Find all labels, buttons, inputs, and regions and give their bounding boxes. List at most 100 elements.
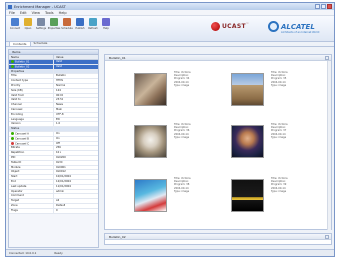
property-name: Carousel C xyxy=(9,141,54,146)
alcatel-logo-text: ALCATEL xyxy=(281,22,315,31)
help-icon xyxy=(102,18,110,26)
menu-edit[interactable]: Edit xyxy=(20,11,27,15)
metadata-line: Type: image xyxy=(174,189,190,193)
property-value: 10/01/2004 xyxy=(56,175,71,179)
property-name: Operator xyxy=(9,189,54,194)
property-value xyxy=(54,127,56,131)
property-name: Table ID xyxy=(9,160,54,165)
thumbnail-metadata: Title: Victoria Description: Program: 35 20… xyxy=(271,71,301,87)
property-name: Valid to xyxy=(9,98,54,103)
property-name: Properties xyxy=(9,69,54,74)
property-value: All xyxy=(56,199,60,203)
property-name: Language xyxy=(9,117,54,122)
status-bar: Connected: 10.0.0.1 Ready xyxy=(6,249,334,256)
application-window: Enrichment Manager - UCAST File Edit Vie… xyxy=(5,2,335,257)
property-value: Valid xyxy=(56,60,63,63)
property-name: Version xyxy=(9,122,54,127)
alcatel-logo: ALCATEL Architects of an Internet World xyxy=(268,21,319,34)
toolbar-button-settings[interactable]: Settings xyxy=(35,18,47,30)
toolbar-button-label: Publish xyxy=(75,27,85,30)
menu-view[interactable]: View xyxy=(32,11,40,15)
vertical-scrollbar[interactable] xyxy=(327,61,331,230)
toolbar-button-connect[interactable]: Connect xyxy=(9,18,21,30)
property-value: 0x0200 xyxy=(56,155,66,159)
property-name: Carousel B xyxy=(9,136,54,141)
folder-icon xyxy=(24,18,32,26)
title-bar[interactable]: Enrichment Manager - UCAST xyxy=(6,3,334,10)
toolbar-button-properties[interactable]: Properties xyxy=(48,18,60,30)
property-name: PID xyxy=(9,155,54,160)
menu-file[interactable]: File xyxy=(9,11,15,15)
metadata-line: Type: image xyxy=(174,83,190,87)
property-value: News xyxy=(56,103,64,107)
property-value: Off xyxy=(56,141,60,145)
thumb-dog-photo[interactable] xyxy=(134,73,167,106)
minimize-button[interactable] xyxy=(315,4,320,9)
alcatel-logo-icon xyxy=(268,21,279,32)
metadata-line: Type: image xyxy=(271,83,287,87)
property-name: Module xyxy=(9,165,54,170)
thumb-cat-photo[interactable] xyxy=(134,125,167,158)
property-name: Object xyxy=(9,170,54,175)
property-value: On xyxy=(56,131,60,135)
alcatel-tagline: Architects of an Internet World xyxy=(281,31,320,34)
property-name: Status xyxy=(9,127,54,131)
ucast-logo-icon xyxy=(211,22,220,31)
status-dot-icon xyxy=(11,60,14,63)
property-value: HTML xyxy=(56,79,64,83)
status-ready: Ready xyxy=(54,251,63,255)
property-name: Valid from xyxy=(9,93,54,98)
toolbar-button-schedule[interactable]: Schedule xyxy=(61,18,73,30)
property-value: EN xyxy=(56,117,60,121)
thumb-magazine-photo[interactable] xyxy=(134,179,167,212)
property-grid: Bulletin_01 Valid Bulletin_02 Valid Properti… xyxy=(9,60,98,214)
ucast-logo-text: UCAST xyxy=(222,23,246,30)
status-dot-icon xyxy=(11,131,14,135)
property-value: On xyxy=(56,136,60,140)
property-name: Size (KB) xyxy=(9,88,54,93)
property-name: Comment xyxy=(9,194,54,199)
status-dot-icon xyxy=(11,141,14,145)
property-value: 1.0 xyxy=(56,122,61,126)
property-name: Content type xyxy=(9,79,54,83)
column-name-header[interactable]: Name xyxy=(9,55,54,59)
property-name: Target xyxy=(9,199,54,203)
toolbar-button-help[interactable]: Help xyxy=(100,18,112,30)
collapse-icon[interactable] xyxy=(325,55,329,60)
items-panel: Items Name Value Bulletin_01 Valid Bulleti… xyxy=(8,49,99,248)
thumb-building-photo[interactable] xyxy=(231,73,264,106)
column-value-header[interactable]: Value xyxy=(54,55,63,59)
property-value: 0x0012 xyxy=(56,170,66,174)
property-value: 124 xyxy=(56,88,61,92)
close-button[interactable] xyxy=(327,4,332,9)
property-value: 23:59 xyxy=(56,98,64,102)
menu-help[interactable]: Help xyxy=(59,11,67,15)
property-name: End xyxy=(9,179,54,184)
property-row[interactable]: Flags 0 xyxy=(9,208,98,214)
refresh-icon xyxy=(89,18,97,26)
publish-icon xyxy=(76,18,84,26)
collapse-icon[interactable] xyxy=(325,234,329,239)
property-name: Last update xyxy=(9,184,54,189)
properties-icon xyxy=(50,18,58,26)
thumb-dark-box-photo[interactable] xyxy=(231,179,264,212)
section-header[interactable]: Bulletin_02 xyxy=(105,234,331,240)
property-value: 10 s xyxy=(56,151,62,155)
metadata-line: Type: image xyxy=(271,135,287,139)
toolbar-button-open[interactable]: Open xyxy=(22,18,34,30)
thumb-person-photo[interactable] xyxy=(231,125,264,158)
toolbar-button-refresh[interactable]: Refresh xyxy=(87,18,99,30)
thumbnail-metadata: Title: Victoria Description: Program: 37 20… xyxy=(271,123,301,139)
property-value: Normal xyxy=(56,83,66,87)
property-name: Flags xyxy=(9,208,54,213)
toolbar: Connect Open Settings Properties Schedule Pub… xyxy=(6,16,334,42)
property-name: Channel xyxy=(9,103,54,107)
menu-tools[interactable]: Tools xyxy=(45,11,54,15)
property-name: Bitrate xyxy=(9,146,54,151)
section-bulletin-01: Bulletin_01 Title: Victoria Description: P… xyxy=(104,54,332,230)
property-value: 0 xyxy=(56,208,58,212)
maximize-button[interactable] xyxy=(321,4,326,9)
property-name: Zone xyxy=(9,203,54,208)
property-value: admin xyxy=(56,189,65,193)
toolbar-button-publish[interactable]: Publish xyxy=(74,18,86,30)
